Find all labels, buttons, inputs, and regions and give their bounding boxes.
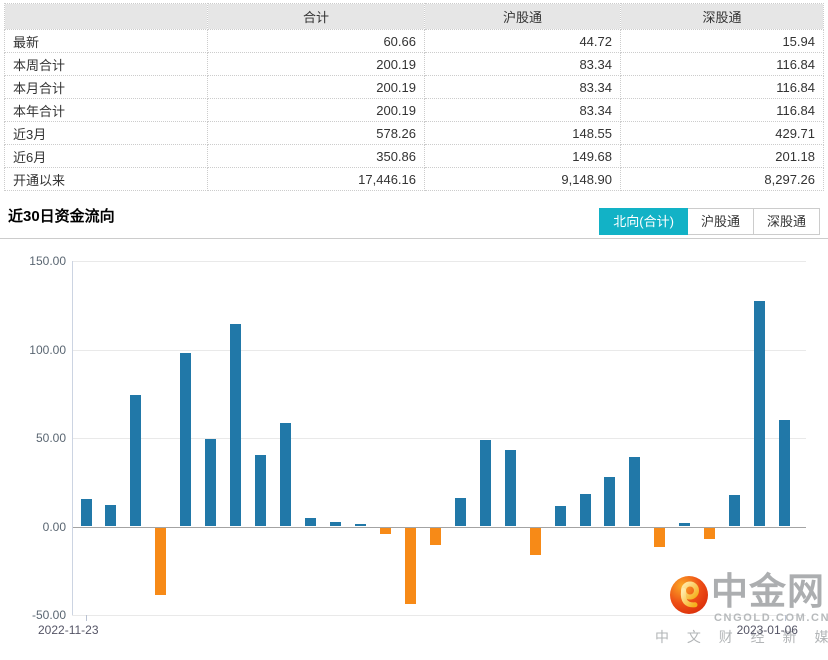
summary-table: 合计沪股通深股通 最新60.6644.7215.94本周合计200.1983.3… [4, 3, 824, 191]
row-label: 本周合计 [5, 53, 208, 76]
row-label: 近6月 [5, 145, 208, 168]
value-cell: 17,446.16 [208, 168, 425, 191]
inflow-bar[interactable] [555, 506, 566, 526]
inflow-bar[interactable] [729, 495, 740, 527]
x-axis-tick [785, 615, 786, 621]
column-header: 合计 [208, 4, 425, 30]
y-axis-tick-label: 150.00 [0, 254, 66, 268]
table-row: 本周合计200.1983.34116.84 [5, 53, 824, 76]
value-cell: 116.84 [621, 76, 824, 99]
value-cell: 9,148.90 [425, 168, 621, 191]
inflow-bar[interactable] [604, 477, 615, 527]
flow-bar-chart: 中金网 CNGOLD.COM.CN 中 文 财 经 新 媒 体 150.0010… [0, 239, 828, 648]
value-cell: 200.19 [208, 99, 425, 122]
value-cell: 350.86 [208, 145, 425, 168]
value-cell: 578.26 [208, 122, 425, 145]
row-label: 开通以来 [5, 168, 208, 191]
value-cell: 60.66 [208, 30, 425, 53]
inflow-bar[interactable] [330, 522, 341, 526]
flow-type-switcher: 北向(合计)沪股通深股通 [599, 208, 820, 235]
column-header: 深股通 [621, 4, 824, 30]
value-cell: 200.19 [208, 76, 425, 99]
inflow-bar[interactable] [505, 450, 516, 527]
inflow-bar[interactable] [81, 499, 92, 526]
table-row: 近3月578.26148.55429.71 [5, 122, 824, 145]
value-cell: 201.18 [621, 145, 824, 168]
cngold-logo-icon [669, 575, 709, 615]
value-cell: 116.84 [621, 99, 824, 122]
table-body: 最新60.6644.7215.94本周合计200.1983.34116.84本月… [5, 30, 824, 191]
gridline [72, 261, 806, 262]
y-axis-tick-label: 0.00 [0, 520, 66, 534]
inflow-bar[interactable] [629, 457, 640, 526]
value-cell: 83.34 [425, 76, 621, 99]
inflow-bar[interactable] [355, 524, 366, 527]
inflow-bar[interactable] [255, 455, 266, 526]
inflow-bar[interactable] [205, 439, 216, 526]
table-row: 本年合计200.1983.34116.84 [5, 99, 824, 122]
table-header-row: 合计沪股通深股通 [5, 4, 824, 30]
outflow-bar[interactable] [155, 528, 166, 596]
value-cell: 83.34 [425, 99, 621, 122]
summary-table-wrap: 合计沪股通深股通 最新60.6644.7215.94本周合计200.1983.3… [4, 3, 823, 191]
inflow-bar[interactable] [679, 523, 690, 527]
y-axis-tick-label: 50.00 [0, 431, 66, 445]
y-axis-tick-label: -50.00 [0, 608, 66, 622]
tab-shenzhen-connect[interactable]: 深股通 [754, 208, 820, 235]
row-label: 本月合计 [5, 76, 208, 99]
outflow-bar[interactable] [405, 528, 416, 605]
table-row: 开通以来17,446.169,148.908,297.26 [5, 168, 824, 191]
value-cell: 148.55 [425, 122, 621, 145]
inflow-bar[interactable] [480, 440, 491, 527]
inflow-bar[interactable] [754, 301, 765, 527]
inflow-bar[interactable] [180, 353, 191, 526]
row-label: 本年合计 [5, 99, 208, 122]
tab-north-total[interactable]: 北向(合计) [599, 208, 688, 235]
inflow-bar[interactable] [230, 324, 241, 526]
column-header: 沪股通 [425, 4, 621, 30]
value-cell: 15.94 [621, 30, 824, 53]
outflow-bar[interactable] [704, 528, 715, 539]
inflow-bar[interactable] [580, 494, 591, 527]
y-axis-tick-label: 100.00 [0, 343, 66, 357]
table-row: 最新60.6644.7215.94 [5, 30, 824, 53]
inflow-bar[interactable] [455, 498, 466, 527]
page-title: 近30日资金流向 [8, 205, 115, 226]
gridline [72, 350, 806, 351]
outflow-bar[interactable] [530, 528, 541, 555]
value-cell: 8,297.26 [621, 168, 824, 191]
gridline [72, 615, 806, 616]
outflow-bar[interactable] [430, 528, 441, 545]
table-row: 近6月350.86149.68201.18 [5, 145, 824, 168]
table-row: 本月合计200.1983.34116.84 [5, 76, 824, 99]
value-cell: 83.34 [425, 53, 621, 76]
x-axis-tick [86, 615, 87, 621]
tab-shanghai-connect[interactable]: 沪股通 [688, 208, 754, 235]
inflow-bar[interactable] [305, 518, 316, 526]
x-axis-tick-label: 2022-11-23 [38, 623, 99, 637]
watermark-brand: 中金网 [711, 573, 825, 611]
inflow-bar[interactable] [130, 395, 141, 527]
value-cell: 200.19 [208, 53, 425, 76]
outflow-bar[interactable] [380, 528, 391, 534]
y-axis-line [72, 261, 73, 615]
value-cell: 116.84 [621, 53, 824, 76]
x-axis-tick-label: 2023-01-06 [737, 623, 798, 637]
column-header [5, 4, 208, 30]
row-label: 最新 [5, 30, 208, 53]
value-cell: 44.72 [425, 30, 621, 53]
value-cell: 149.68 [425, 145, 621, 168]
inflow-bar[interactable] [779, 420, 790, 527]
outflow-bar[interactable] [654, 528, 665, 547]
inflow-bar[interactable] [105, 505, 116, 527]
row-label: 近3月 [5, 122, 208, 145]
value-cell: 429.71 [621, 122, 824, 145]
section-bar: 近30日资金流向 北向(合计)沪股通深股通 [0, 191, 828, 239]
inflow-bar[interactable] [280, 423, 291, 527]
